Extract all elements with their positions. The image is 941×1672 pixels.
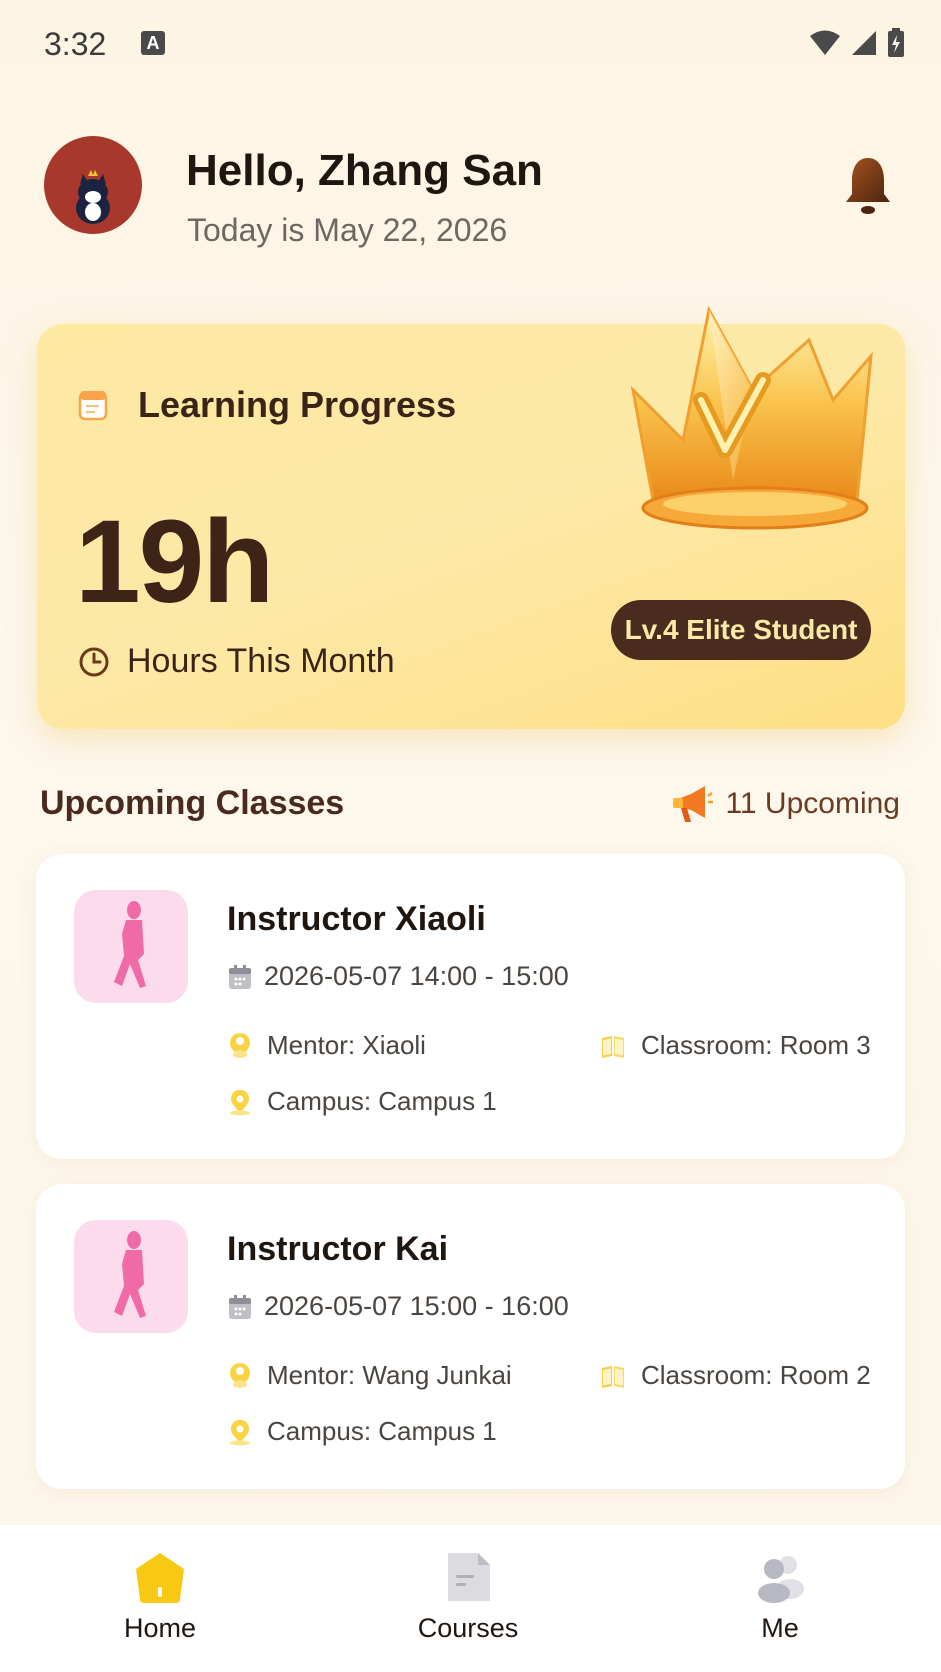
level-badge: Lv.4 Elite Student — [611, 600, 871, 660]
greeting: Hello, Zhang San — [186, 146, 543, 195]
status-bar: 3:32 A — [0, 0, 941, 90]
battery-charging-icon — [888, 28, 904, 57]
book-icon — [602, 1036, 624, 1058]
nav-courses[interactable]: Courses — [398, 1549, 538, 1644]
calendar-icon — [229, 965, 251, 989]
nav-courses-label: Courses — [417, 1613, 519, 1643]
document-icon — [448, 1553, 490, 1601]
book-icon — [602, 1366, 624, 1388]
class-card[interactable]: Instructor Kai 2026-05-07 15:00 - 16:00 … — [36, 1184, 905, 1489]
dancer-thumbnail — [74, 1220, 188, 1333]
clock-icon — [79, 647, 109, 677]
mentor: Mentor: Xiaoli — [267, 1030, 426, 1060]
cat-avatar-icon — [76, 170, 110, 224]
upcoming-count[interactable]: 11 Upcoming — [669, 782, 900, 826]
class-time: 2026-05-07 15:00 - 16:00 — [264, 1291, 569, 1321]
calendar-icon — [229, 1295, 251, 1319]
upcoming-count-label: 11 Upcoming — [725, 787, 900, 820]
bottom-nav: Home Courses Me — [0, 1525, 941, 1672]
mentor: Mentor: Wang Junkai — [267, 1360, 512, 1390]
nav-home[interactable]: Home — [90, 1549, 230, 1644]
today-date: Today is May 22, 2026 — [187, 212, 508, 248]
class-time: 2026-05-07 14:00 - 15:00 — [264, 961, 569, 991]
megaphone-icon — [673, 786, 714, 822]
dancer-thumbnail — [74, 890, 188, 1003]
nav-me[interactable]: Me — [710, 1549, 850, 1644]
wifi-icon — [810, 30, 840, 55]
campus: Campus: Campus 1 — [267, 1416, 497, 1446]
dancer-icon — [114, 1231, 146, 1318]
mentor-icon — [230, 1033, 250, 1058]
classroom: Classroom: Room 3 — [641, 1030, 871, 1060]
instructor-name: Instructor Kai — [227, 1230, 449, 1268]
input-method-icon: A — [141, 31, 165, 55]
users-icon — [758, 1556, 804, 1603]
location-pin-icon — [230, 1420, 250, 1446]
learning-progress-card[interactable]: Learning Progress 19h Hours This Month L… — [37, 305, 905, 729]
hours-label: Hours This Month — [127, 642, 395, 680]
mentor-icon — [230, 1363, 250, 1388]
class-card[interactable]: Instructor Xiaoli 2026-05-07 14:00 - 15:… — [36, 854, 905, 1159]
campus: Campus: Campus 1 — [267, 1086, 497, 1116]
monthly-hours-value: 19h — [75, 496, 274, 628]
signal-icon — [852, 31, 876, 55]
nav-home-label: Home — [123, 1613, 197, 1643]
home-icon — [136, 1553, 184, 1603]
bell-icon[interactable] — [844, 154, 892, 218]
notepad-icon — [78, 391, 108, 421]
avatar[interactable] — [44, 136, 142, 234]
status-time: 3:32 — [44, 26, 107, 62]
status-icons — [809, 28, 905, 58]
instructor-name: Instructor Xiaoli — [227, 900, 486, 938]
nav-me-label: Me — [761, 1613, 799, 1643]
progress-title: Learning Progress — [138, 384, 457, 425]
crown-icon — [630, 305, 873, 530]
classroom: Classroom: Room 2 — [641, 1360, 871, 1390]
location-pin-icon — [230, 1090, 250, 1116]
dancer-icon — [114, 901, 146, 988]
upcoming-classes-title: Upcoming Classes — [40, 784, 345, 822]
